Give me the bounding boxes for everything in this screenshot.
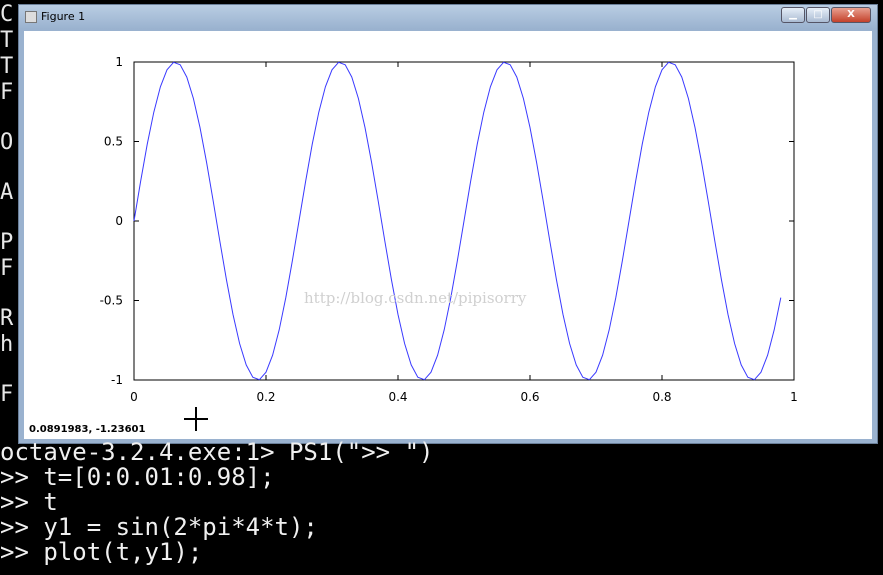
terminal-edge-char: P xyxy=(0,230,14,255)
terminal-edge-char: C xyxy=(0,2,14,27)
octave-terminal[interactable]: octave-3.2.4.exe:1> PS1(">> ") >> t=[0:0.… xyxy=(0,440,883,575)
minimize-button[interactable]: ▁ xyxy=(781,7,805,23)
x-tick-label: 0.4 xyxy=(388,390,407,404)
series-line-y1 xyxy=(133,61,782,381)
x-tick-label: 0.2 xyxy=(256,390,275,404)
terminal-edge-char: F xyxy=(0,80,14,105)
y-tick-label: 0.5 xyxy=(104,135,123,149)
coordinate-readout: 0.0891983, -1.23601 xyxy=(29,424,146,435)
watermark-text: http://blog.csdn.net/pipisorry xyxy=(304,289,527,307)
terminal-edge-char: T xyxy=(0,28,14,53)
window-controls: ▁ □ X xyxy=(780,7,871,25)
terminal-line: >> y1 = sin(2*pi*4*t); xyxy=(0,513,318,541)
y-tick-label: -0.5 xyxy=(100,294,123,308)
y-tick-label: -1 xyxy=(111,373,123,387)
terminal-edge-char: F xyxy=(0,256,14,281)
terminal-edge-char: T xyxy=(0,54,14,79)
terminal-edge-char: h xyxy=(0,332,14,357)
y-tick-label: 1 xyxy=(115,55,123,69)
terminal-edge-char: A xyxy=(0,180,14,205)
terminal-edge-char: F xyxy=(0,382,14,407)
window-titlebar[interactable]: Figure 1 ▁ □ X xyxy=(19,5,877,29)
crosshair-cursor-icon xyxy=(184,407,208,431)
maximize-button[interactable]: □ xyxy=(806,7,830,23)
x-tick-label: 1 xyxy=(790,390,798,404)
terminal-line: >> plot(t,y1); xyxy=(0,538,203,566)
window-title: Figure 1 xyxy=(41,10,86,23)
terminal-line: >> t=[0:0.01:0.98]; xyxy=(0,463,275,491)
terminal-line: >> t xyxy=(0,488,58,516)
terminal-edge-char: R xyxy=(0,306,14,331)
x-tick-label: 0.6 xyxy=(520,390,539,404)
y-tick-label: 0 xyxy=(115,214,123,228)
figure-app-icon xyxy=(25,11,37,23)
close-button[interactable]: X xyxy=(831,7,871,23)
plot-svg[interactable]: 0 0.2 0.4 0.6 0.8 1 -1 -0.5 0 0.5 1 xyxy=(24,31,874,441)
x-tick-label: 0 xyxy=(130,390,138,404)
terminal-line: octave-3.2.4.exe:1> PS1(">> ") xyxy=(0,438,434,466)
figure-window[interactable]: Figure 1 ▁ □ X 0 0.2 0.4 0.6 0.8 1 -1 -0.5 0 0.5 1… xyxy=(18,4,878,444)
plot-canvas[interactable]: 0 0.2 0.4 0.6 0.8 1 -1 -0.5 0 0.5 1 http://blog.cs… xyxy=(24,31,872,439)
x-tick-label: 0.8 xyxy=(652,390,671,404)
terminal-edge-char: O xyxy=(0,130,14,155)
